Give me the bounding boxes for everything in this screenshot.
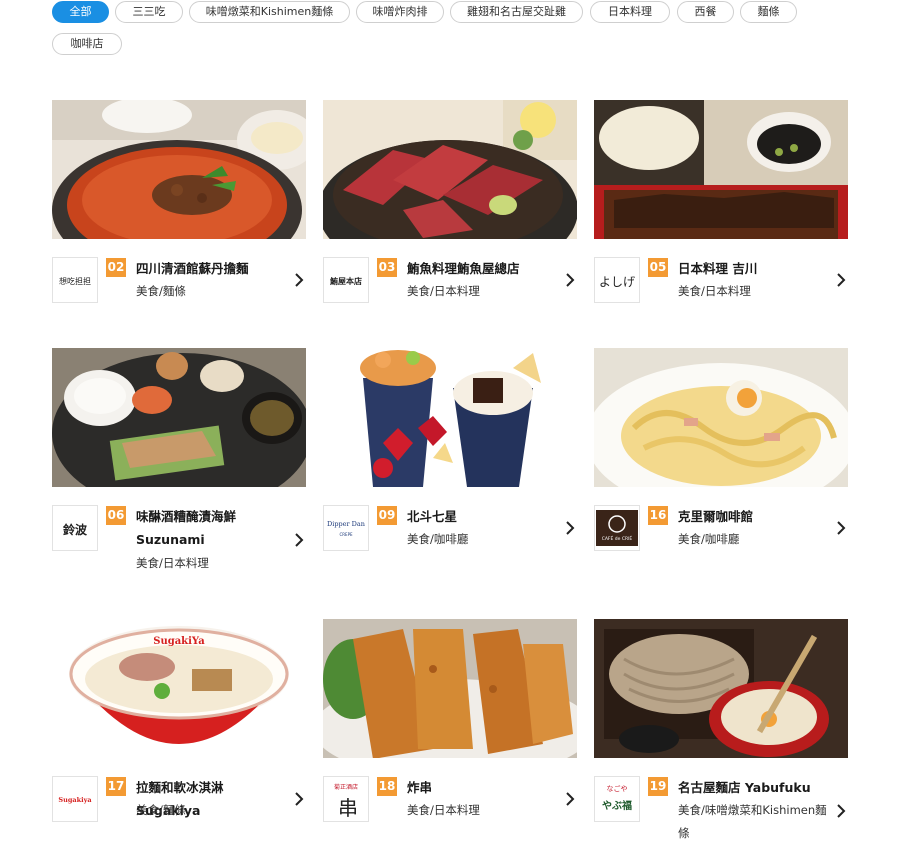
- svg-text:菊正酒店: 菊正酒店: [334, 783, 358, 791]
- store-number-badge: 02: [106, 258, 126, 277]
- filter-all[interactable]: 全部: [52, 1, 109, 23]
- chevron-right-icon[interactable]: [294, 792, 304, 806]
- store-number-badge: 16: [648, 506, 668, 525]
- filter-japanese-cuisine[interactable]: 日本料理: [590, 1, 670, 23]
- store-number-badge: 09: [377, 506, 397, 525]
- chevron-right-icon[interactable]: [836, 273, 846, 287]
- filter-chicken-wings[interactable]: 雞翅和名古屋交趾雞: [450, 1, 583, 23]
- chevron-right-icon[interactable]: [294, 533, 304, 547]
- store-card[interactable]: CAFÉ de CRIÉ 16 克里爾咖啡館 美食/咖啡廳: [594, 348, 848, 578]
- svg-text:SugakiYa: SugakiYa: [153, 636, 205, 647]
- chevron-right-icon[interactable]: [836, 804, 846, 818]
- store-card[interactable]: Dipper Dan CREPE 09 北斗七星 美食/咖啡廳: [323, 348, 577, 578]
- store-category: 美食/麵條: [136, 284, 186, 298]
- store-number-badge: 03: [377, 258, 397, 277]
- filter-miso-katsu[interactable]: 味噌炸肉排: [356, 1, 444, 23]
- store-card[interactable]: 想吃担担 02 四川清酒館蘇丹擔麵 美食/麵條: [52, 100, 306, 310]
- carbonara-photo: [594, 348, 848, 487]
- store-category: 美食/咖啡廳: [407, 532, 469, 546]
- store-category: 美食/味噌燉菜和Kishimen麵條: [678, 803, 827, 840]
- store-number-badge: 19: [648, 777, 668, 796]
- miso-katsu-photo: [594, 100, 848, 239]
- svg-text:想吃担担: 想吃担担: [59, 276, 91, 286]
- store-number-badge: 06: [106, 506, 126, 525]
- store-category: 美食/日本料理: [136, 556, 209, 570]
- svg-text:やぶ福: やぶ福: [602, 799, 632, 812]
- filter-cafe[interactable]: 咖啡店: [52, 33, 122, 55]
- store-category: 美食/日本料理: [407, 284, 480, 298]
- store-name: 炸串: [407, 780, 433, 795]
- store-category: 美食/日本料理: [407, 803, 480, 817]
- store-card[interactable]: 鈴波 06 味醂酒糟醃漬海鮮 Suzunami 美食/日本料理: [52, 348, 306, 578]
- chevron-right-icon[interactable]: [565, 792, 575, 806]
- store-logo: CAFÉ de CRIÉ: [594, 505, 640, 551]
- store-card[interactable]: よしげ 05 日本料理 吉川 美食/日本料理: [594, 100, 848, 310]
- chevron-right-icon[interactable]: [565, 521, 575, 535]
- store-name: 克里爾咖啡館: [678, 509, 754, 524]
- store-name: 四川清酒館蘇丹擔麵: [136, 261, 249, 276]
- store-category: 美食/咖啡廳: [678, 532, 740, 546]
- store-logo: Dipper Dan CREPE: [323, 505, 369, 551]
- store-number-badge: 05: [648, 258, 668, 277]
- store-card[interactable]: 鮪屋本店 03 鮪魚料理鮪魚屋總店 美食/日本料理: [323, 100, 577, 310]
- chevron-right-icon[interactable]: [294, 273, 304, 287]
- svg-text:鮪屋本店: 鮪屋本店: [329, 276, 362, 286]
- svg-text:なごや: なごや: [607, 784, 628, 793]
- store-logo: なごや やぶ福: [594, 776, 640, 822]
- store-category: 美食/日本料理: [678, 284, 751, 298]
- store-card[interactable]: 菊正酒店 串 18 炸串 美食/日本料理: [323, 619, 577, 850]
- kushikatsu-photo: [323, 619, 577, 758]
- svg-text:よしげ: よしげ: [599, 275, 635, 289]
- store-number-badge: 17: [106, 777, 126, 796]
- store-number-badge: 18: [377, 777, 397, 796]
- store-logo: 菊正酒店 串: [323, 776, 369, 822]
- store-logo: 鈴波: [52, 505, 98, 551]
- store-logo: 想吃担担: [52, 257, 98, 303]
- ramen-photo: SugakiYa: [52, 619, 306, 758]
- chevron-right-icon[interactable]: [836, 521, 846, 535]
- tuna-bowl-photo: [323, 100, 577, 239]
- filter-miso-nikomi-kishimen[interactable]: 味噌燉菜和Kishimen麵條: [189, 1, 350, 23]
- store-card[interactable]: なごや やぶ福 19 名古屋麵店 Yabufuku 美食/味噌燉菜和Kishim…: [594, 619, 848, 850]
- store-logo: Sugakiya: [52, 776, 98, 822]
- svg-text:Sugakiya: Sugakiya: [58, 796, 92, 804]
- crepes-photo: [323, 348, 577, 487]
- tantanmen-photo: [52, 100, 306, 239]
- svg-text:CREPE: CREPE: [339, 532, 353, 537]
- store-name: 名古屋麵店 Yabufuku: [678, 780, 811, 795]
- store-name: 日本料理 吉川: [678, 261, 758, 276]
- store-category: 美食/麵條: [136, 803, 186, 817]
- store-name: 北斗七星: [407, 509, 458, 524]
- filter-noodles[interactable]: 麵條: [740, 1, 797, 23]
- svg-text:串: 串: [338, 796, 358, 820]
- store-name: 鮪魚料理鮪魚屋總店: [407, 261, 520, 276]
- soba-photo: [594, 619, 848, 758]
- store-name: 味醂酒糟醃漬海鮮 Suzunami: [136, 509, 237, 547]
- chevron-right-icon[interactable]: [565, 273, 575, 287]
- grilled-fish-photo: [52, 348, 306, 487]
- svg-text:Dipper Dan: Dipper Dan: [327, 520, 365, 528]
- store-logo: 鮪屋本店: [323, 257, 369, 303]
- store-card[interactable]: SugakiYa Sugakiya 17 拉麵和軟冰淇淋 Sugakiya 美食…: [52, 619, 306, 850]
- filter-sansan[interactable]: 三三吃: [115, 1, 183, 23]
- svg-text:鈴波: 鈴波: [63, 522, 88, 537]
- store-logo: よしげ: [594, 257, 640, 303]
- filter-western[interactable]: 西餐: [677, 1, 734, 23]
